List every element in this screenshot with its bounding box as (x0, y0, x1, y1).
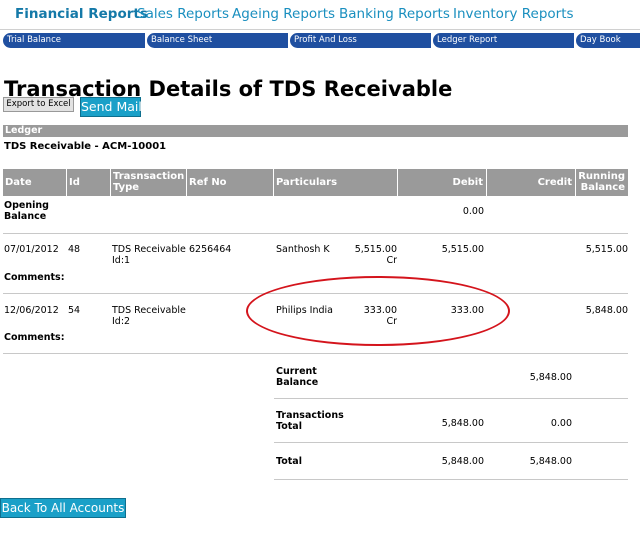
summary-divider (274, 442, 628, 443)
total-debit: 5,848.00 (441, 456, 484, 467)
opening-balance-debit: 0.00 (462, 206, 484, 217)
total-credit: 5,848.00 (529, 456, 572, 467)
nav-inventory-reports[interactable]: Inventory Reports (453, 6, 574, 22)
nav-sales-reports[interactable]: Sales Reports (137, 6, 229, 22)
export-to-excel-button[interactable]: Export to Excel (3, 97, 74, 112)
row-id: 54 (68, 305, 81, 316)
back-to-all-accounts-button[interactable]: Back To All Accounts (0, 498, 126, 518)
row-comments-label: Comments: (4, 332, 65, 343)
sub-nav: Trial Balance Balance Sheet Profit And L… (0, 33, 640, 48)
current-balance-label: Current Balance (276, 366, 319, 388)
nav-financial-reports[interactable]: Financial Reports (15, 6, 148, 22)
col-header-date: Date (3, 169, 66, 196)
row-date: 07/01/2012 (4, 244, 59, 255)
row-comments-label: Comments: (4, 272, 65, 283)
col-header-particulars: Particulars (274, 169, 397, 196)
col-header-id: Id (67, 169, 110, 196)
row-date: 12/06/2012 (4, 305, 59, 316)
send-mail-button[interactable]: Send Mail (80, 97, 142, 117)
row-id: 48 (68, 244, 81, 255)
row-running-balance: 5,848.00 (585, 305, 628, 316)
row-particular-amount: 5,515.00 Cr (354, 244, 397, 266)
nav-ageing-reports[interactable]: Ageing Reports (232, 6, 335, 22)
transactions-total-credit: 0.00 (550, 418, 572, 429)
row-running-balance: 5,515.00 (585, 244, 628, 255)
transactions-total-debit: 5,848.00 (441, 418, 484, 429)
tab-trial-balance[interactable]: Trial Balance (3, 33, 145, 48)
summary-divider (274, 398, 628, 399)
col-header-ref-no: Ref No (187, 169, 273, 196)
col-header-running-balance: Running Balance (576, 169, 628, 196)
tab-profit-and-loss[interactable]: Profit And Loss (290, 33, 431, 48)
opening-balance-label: Opening Balance (4, 200, 49, 222)
tab-day-book[interactable]: Day Book (576, 33, 640, 48)
row-type: TDS Receivable Id:1 (112, 244, 186, 266)
col-header-transaction-type: Trasnsaction Type (111, 169, 186, 196)
row-divider (3, 233, 628, 234)
current-balance-value: 5,848.00 (529, 372, 572, 383)
total-label: Total (276, 456, 302, 467)
row-ref-no: 6256464 (189, 244, 232, 255)
row-type: TDS Receivable Id:2 (112, 305, 186, 327)
ledger-name: TDS Receivable - ACM-10001 (4, 141, 167, 152)
summary-divider (274, 479, 628, 480)
top-nav: Financial Reports Sales Reports Ageing R… (0, 0, 640, 30)
nav-banking-reports[interactable]: Banking Reports (339, 6, 450, 22)
tab-ledger-report[interactable]: Ledger Report (433, 33, 574, 48)
col-header-debit: Debit (398, 169, 486, 196)
tab-balance-sheet[interactable]: Balance Sheet (147, 33, 288, 48)
col-header-credit: Credit (487, 169, 575, 196)
annotation-highlight-ellipse (246, 276, 510, 346)
row-particular: Santhosh K (276, 244, 330, 255)
row-debit: 5,515.00 (441, 244, 484, 255)
row-divider (3, 353, 628, 354)
transactions-total-label: Transactions Total (276, 410, 344, 432)
ledger-section-header: Ledger (3, 125, 628, 137)
